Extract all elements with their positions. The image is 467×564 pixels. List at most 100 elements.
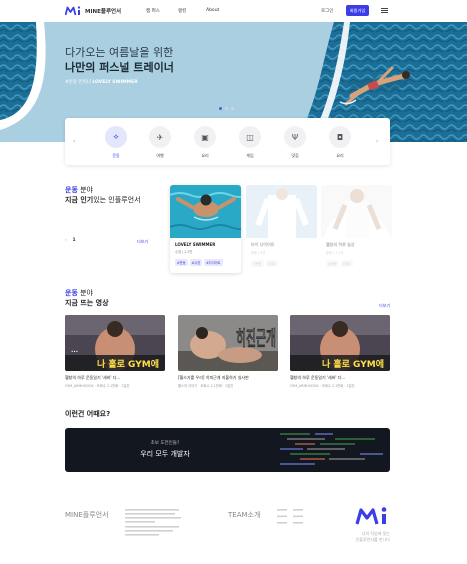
pot-icon: ▣ (194, 126, 216, 148)
suggestion-title: 이런건 어때요? (65, 410, 111, 418)
video-title: 헬창의 하루 운동일기 '세바' 다... (290, 375, 346, 380)
video-overlay-text: 나 홀로 GYM에 (97, 358, 159, 370)
category-game[interactable]: ◫ 게임 (235, 126, 265, 159)
section-title-rest: 분야 (77, 289, 93, 297)
influencer-sub: 운동 | 8천 (251, 251, 266, 255)
section-title-line2: 지금 인기 (65, 195, 94, 204)
trending-videos-title: 운동 분야 지금 뜨는 영상 (65, 289, 109, 308)
category-label: 운동 (112, 153, 120, 158)
carousel-dot[interactable] (219, 107, 222, 110)
category-exercise[interactable]: ⟡ 운동 (101, 126, 131, 159)
video-card[interactable]: 나 홀로 GYM에 헬창의 하루 운동일기 '세바' 다... GYM_ARMH… (290, 315, 390, 388)
footer-text-lines (125, 509, 181, 536)
influencer-sub: 수영 | 1.2만 (175, 250, 193, 254)
influencer-card[interactable]: LOVELY SWIMMER 수영 | 1.2만 #운동 #수영 #다이어트 (170, 185, 241, 273)
video-overlay-text: 나 홀로 GYM에 (322, 358, 384, 370)
tag-badge[interactable]: #다이어트 (204, 259, 223, 266)
influencer-name: LOVELY SWIMMER (175, 242, 216, 247)
category-prev-icon[interactable]: ‹ (73, 138, 75, 145)
footer-description (125, 509, 183, 538)
influencer-name: 헬창의 하루 일상 (326, 242, 355, 247)
footer-brand: MINE플루언서 (65, 511, 109, 519)
influencer-card[interactable]: 헬창의 하루 일상 운동 | 1.1만 #운동 #헬스 (321, 185, 392, 273)
influencer-pager: ‹ 1 (65, 238, 76, 243)
tag-badge[interactable]: #수영 (189, 259, 203, 266)
influencer-tags: #운동 #헬스 (251, 260, 317, 267)
nav-about[interactable]: About (206, 8, 219, 13)
signup-button[interactable]: 회원가입 (346, 5, 369, 16)
nav-ranking[interactable]: 랭킹 (178, 8, 186, 14)
footer-slogan: 너의 작업에 맞는 인플루언서를 만나다 (330, 531, 390, 542)
influencer-photo (170, 185, 241, 238)
tag-badge[interactable]: #헬스 (265, 260, 279, 267)
footer-team-col2 (293, 509, 305, 532)
influencer-card[interactable]: 마이 다이어트 운동 | 8천 #운동 #헬스 (246, 185, 317, 273)
video-card[interactable]: 나 홀로 GYM에 ••• 헬창의 하루 운동일기 '세바' 다... GYM_… (65, 315, 165, 388)
influencer-photo (246, 185, 317, 238)
video-badge-text: ••• (71, 349, 78, 354)
influencer-name: 마이 다이어트 (251, 242, 275, 247)
category-label: 게임 (246, 153, 254, 158)
pager-prev-icon[interactable]: ‹ (65, 238, 67, 243)
category-travel[interactable]: ✈ 여행 (145, 126, 175, 159)
influencer-sub: 운동 | 1.1만 (326, 251, 344, 255)
hero-headline-2: 나만의 퍼스널 트레이너 (65, 61, 174, 74)
carousel-dots (219, 107, 234, 110)
video-title: 헬창의 하루 운동일기 '세바' 다... (65, 375, 121, 380)
section-highlight: 운동 (65, 186, 78, 194)
footer-team-title: TEAM소개 (228, 511, 261, 519)
hero-tag-prefix: #운동 인미니 (65, 80, 91, 85)
video-card[interactable]: 히진근개 [헬스가를 우리] 히피근개 지불하기 실사판 헬스의 이야기 · 조… (178, 315, 278, 388)
category-label: 여행 (156, 153, 164, 158)
carousel-dot[interactable] (225, 107, 228, 110)
bag-icon: ◘ (329, 126, 351, 148)
fork-knife-icon: Ψ (284, 126, 306, 148)
video-meta: 헬스의 이야기 · 조회수 2.1만회 · 1일전 (178, 384, 234, 388)
video-thumbnail: 나 홀로 GYM에 ••• (65, 315, 165, 371)
dumbbell-icon: ⟡ (105, 126, 127, 148)
video-thumbnail: 히진근개 (178, 315, 278, 371)
category-restaurant[interactable]: Ψ 맛집 (280, 126, 310, 159)
hero-tag-name: LOVELY SWIMMER (92, 80, 138, 85)
category-label: 요리 (201, 153, 209, 158)
brand-name: MINE플루언서 (85, 9, 122, 15)
airplane-icon: ✈ (149, 126, 171, 148)
section-title-line2-thin: 있는 인플루언서 (93, 195, 141, 204)
tag-badge[interactable]: #운동 (175, 259, 188, 266)
logo[interactable]: MINE플루언서 (65, 6, 121, 16)
category-bar: ‹ › ⟡ 운동 ✈ 여행 ▣ 요리 ◫ 게임 Ψ 맛집 ◘ 요리 (65, 118, 390, 165)
influencer-more-link[interactable]: 더보기 (137, 239, 148, 245)
category-other[interactable]: ◘ 요리 (325, 126, 355, 159)
pager-current: 1 (72, 238, 76, 243)
footer-slogan-line1: 너의 작업에 맞는 (361, 531, 390, 536)
hero-headline-1: 다가오는 여름날을 위한 (65, 46, 174, 59)
footer-team-col1 (277, 509, 289, 532)
video-thumbnail: 나 홀로 GYM에 (290, 315, 390, 371)
footer-slogan-line2: 인플루언서를 만나다 (355, 536, 390, 542)
category-cooking[interactable]: ▣ 요리 (190, 126, 220, 159)
login-link[interactable]: 로그인 (321, 8, 333, 14)
dev-banner[interactable]: 초보 도전인들? 우리 모두 개발자 (65, 428, 390, 472)
hero-tag: #운동 인미니 LOVELY SWIMMER (65, 79, 138, 85)
tag-badge[interactable]: #운동 (326, 260, 339, 267)
videos-more-link[interactable]: 더보기 (379, 303, 390, 309)
mi-logo-icon (65, 6, 81, 16)
gamepad-icon: ◫ (239, 126, 261, 148)
section-title-rest: 분야 (77, 186, 93, 194)
section-highlight: 운동 (65, 289, 78, 297)
carousel-dot[interactable] (231, 107, 234, 110)
banner-title: 우리 모두 개발자 (140, 450, 190, 458)
hamburger-menu-icon[interactable] (381, 8, 388, 13)
video-title: [헬스가를 우리] 히피근개 지불하기 실사판 (178, 375, 249, 380)
category-next-icon[interactable]: › (376, 138, 378, 145)
top-header: MINE플루언서 캠 퍼스 랭킹 About 로그인 회원가입 (0, 0, 467, 22)
nav-campus[interactable]: 캠 퍼스 (146, 8, 160, 14)
video-meta: GYM_ARMHODOK · 조회수 2.1만회 · 1일전 (65, 384, 130, 388)
influencer-photo (321, 185, 392, 238)
tag-badge[interactable]: #헬스 (340, 260, 354, 267)
banner-subtitle: 초보 도전인들? (150, 441, 180, 446)
tag-badge[interactable]: #운동 (251, 260, 264, 267)
video-meta: GYM_ARMHODOK · 조회수 2.1만회 · 1일전 (290, 384, 355, 388)
video-overlay-text: 히진근개 (236, 326, 276, 350)
category-label: 맛집 (291, 153, 299, 158)
